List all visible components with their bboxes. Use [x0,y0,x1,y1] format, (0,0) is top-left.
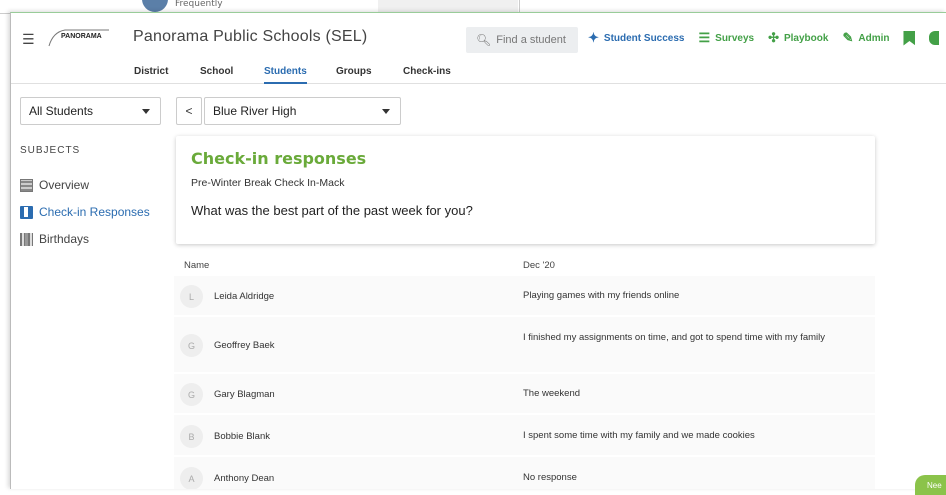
sidebar-item-birthdays[interactable]: Birthdays [20,230,170,248]
subjects-sidebar: SUBJECTS Overview Check-in Responses Bir… [20,145,170,257]
tab-school[interactable]: School [200,66,233,84]
page-title: Panorama Public Schools (SEL) [133,28,368,45]
avatar: L [180,285,203,308]
admin-icon: ✎ [842,30,854,45]
bookmark-icon[interactable] [903,30,916,46]
table-row[interactable]: A Anthony Dean No response [174,457,875,489]
top-nav: ✦ Student Success ☰ Surveys ✣ Playbook ✎… [588,30,940,46]
student-scope-value: All Students [29,104,94,118]
logo-text: PANORAMA [61,33,102,40]
nav-admin-label: Admin [858,32,890,44]
chat-bubble-icon[interactable] [929,31,940,45]
nav-student-success[interactable]: ✦ Student Success [588,30,685,46]
top-bar: ☰ PANORAMA Panorama Public Schools (SEL)… [11,13,946,66]
student-scope-select[interactable]: All Students [20,97,161,125]
back-button[interactable]: < [176,97,202,125]
panorama-logo[interactable]: PANORAMA [47,26,111,48]
student-name[interactable]: Bobbie Blank [214,431,270,442]
responses-table: Name Dec '20 L Leida Aldridge Playing ga… [174,254,875,489]
student-response: The weekend [523,388,581,399]
table-row[interactable]: B Bobbie Blank I spent some time with my… [174,415,875,457]
sidebar-item-label: Check-in Responses [39,205,150,219]
card-title: Check-in responses [191,149,367,168]
star-icon: ✦ [588,30,599,45]
student-response: No response [523,472,577,483]
sidebar-item-overview[interactable]: Overview [20,176,170,194]
tab-check-ins[interactable]: Check-ins [403,66,451,84]
student-response: Playing games with my friends online [523,290,680,301]
nav-surveys[interactable]: ☰ Surveys [699,30,755,46]
tab-groups[interactable]: Groups [336,66,372,84]
sidebar-item-label: Overview [39,178,90,192]
student-name[interactable]: Anthony Dean [214,473,274,484]
help-badge[interactable]: Nee [915,475,946,495]
table-row[interactable]: G Geoffrey Baek I finished my assignment… [174,317,875,374]
student-response: I finished my assignments on time, and g… [523,332,826,343]
tab-district[interactable]: District [134,66,168,84]
nav-playbook-label: Playbook [783,32,829,44]
tab-students[interactable]: Students [264,66,307,84]
nav-admin[interactable]: ✎ Admin [842,30,889,46]
column-header-name[interactable]: Name [184,260,209,271]
table-row[interactable]: L Leida Aldridge Playing games with my f… [174,276,875,317]
card-subtitle: Pre-Winter Break Check In-Mack [191,177,345,189]
nav-student-success-label: Student Success [603,32,685,44]
table-header: Name Dec '20 [174,254,875,276]
nav-surveys-label: Surveys [715,32,755,44]
school-select[interactable]: Blue River High [204,97,401,125]
student-name[interactable]: Geoffrey Baek [214,340,275,351]
sub-navigation: District School Students Groups Check-in… [11,66,946,84]
sidebar-item-check-in-responses[interactable]: Check-in Responses [20,203,170,221]
avatar: G [180,383,203,406]
column-header-date[interactable]: Dec '20 [523,260,555,271]
chevron-down-icon [142,109,150,114]
student-response: I spent some time with my family and we … [523,430,755,441]
sidebar-item-label: Birthdays [39,232,90,246]
avatar: B [180,425,203,448]
student-search[interactable]: 🔍︎ [466,27,578,53]
checkin-icon [20,205,33,219]
table-row[interactable]: G Gary Blagman The weekend [174,374,875,415]
sidebar-heading: SUBJECTS [20,145,81,156]
app-window: ☰ PANORAMA Panorama Public Schools (SEL)… [10,12,946,489]
surveys-icon: ☰ [698,30,711,45]
search-icon: 🔍︎ [476,33,492,47]
student-name[interactable]: Gary Blagman [214,389,275,400]
playbook-icon: ✣ [768,30,779,45]
birthday-icon [20,232,33,246]
chevron-down-icon [382,109,390,114]
card-question: What was the best part of the past week … [191,203,473,218]
school-value: Blue River High [213,104,297,118]
avatar: G [180,334,203,357]
search-input[interactable] [496,34,577,46]
overview-icon [20,178,33,192]
student-name[interactable]: Leida Aldridge [214,291,274,302]
background-frequency-text: Frequently [175,0,223,9]
avatar: A [180,467,203,489]
check-in-card: Check-in responses Pre-Winter Break Chec… [176,136,875,244]
nav-playbook[interactable]: ✣ Playbook [768,30,828,46]
hamburger-menu-icon[interactable]: ☰ [22,32,35,48]
